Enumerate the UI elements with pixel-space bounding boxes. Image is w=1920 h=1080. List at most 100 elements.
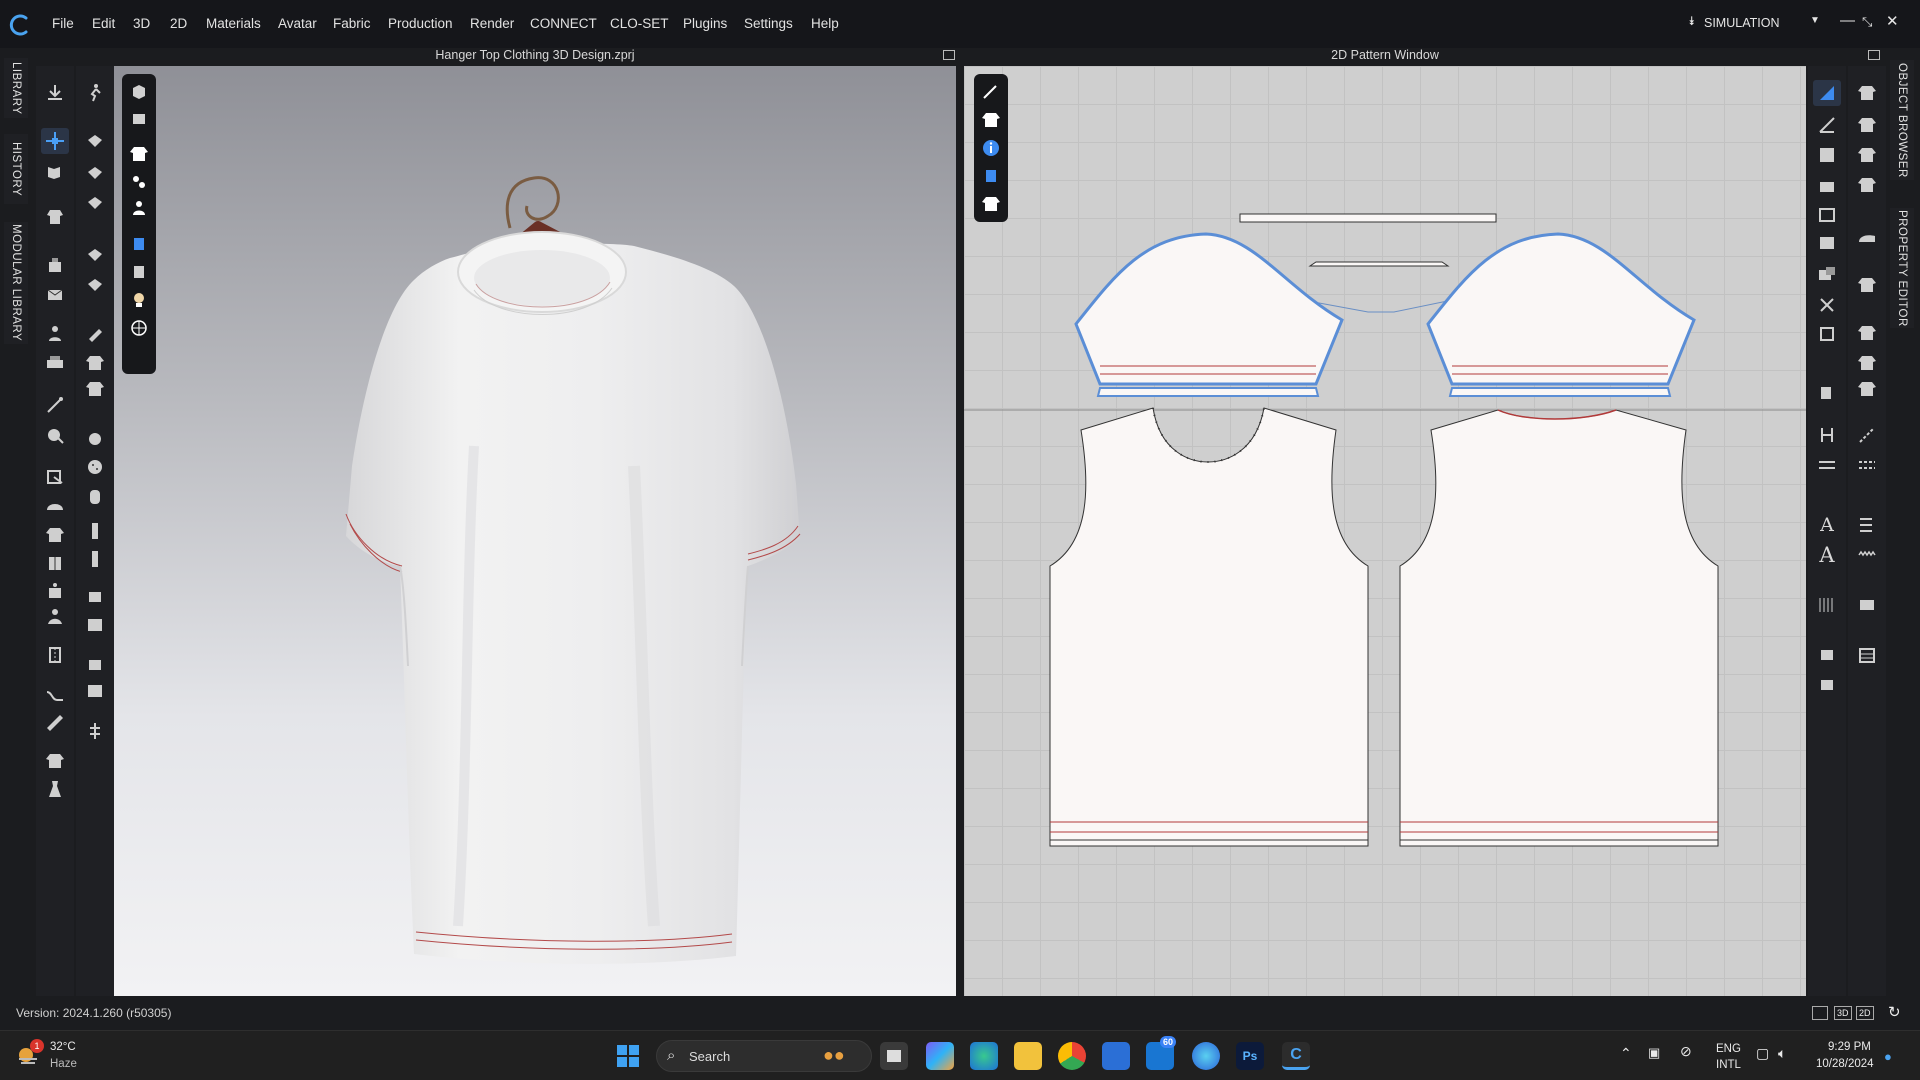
- simulate-drop-icon[interactable]: [41, 80, 69, 106]
- view-3d-button[interactable]: 3D: [1834, 1006, 1852, 1020]
- cushion-icon[interactable]: [81, 678, 109, 704]
- menu-production[interactable]: Production: [388, 16, 453, 31]
- smocking-icon[interactable]: [1853, 376, 1881, 402]
- fold-pattern-icon[interactable]: [1853, 172, 1881, 198]
- zipper-pull-icon[interactable]: [81, 546, 109, 572]
- tack-icon[interactable]: [81, 128, 109, 154]
- menu-plugins[interactable]: Plugins: [683, 16, 727, 31]
- texture-2d-icon[interactable]: [979, 164, 1003, 188]
- garment-view-icon[interactable]: [127, 106, 151, 130]
- show-garment-icon[interactable]: [127, 142, 151, 166]
- seam-allowance-icon[interactable]: [1853, 112, 1881, 138]
- maximize-2d-icon[interactable]: [1868, 50, 1880, 60]
- table-icon[interactable]: [1853, 642, 1881, 668]
- texture-render-icon[interactable]: [127, 232, 151, 256]
- menu-settings[interactable]: Settings: [744, 16, 793, 31]
- pin-tool-icon[interactable]: [41, 252, 69, 278]
- fabric-2d-icon[interactable]: [979, 192, 1003, 216]
- shirt-alt-icon[interactable]: [41, 748, 69, 774]
- volume-icon[interactable]: 🔈︎: [1778, 1045, 1786, 1062]
- copilot-icon[interactable]: [926, 1042, 954, 1070]
- info-icon[interactable]: [979, 136, 1003, 160]
- notch-icon[interactable]: [1813, 320, 1841, 346]
- environment-globe-icon[interactable]: [127, 316, 151, 340]
- lining-icon[interactable]: [1853, 320, 1881, 346]
- edge-browser-icon[interactable]: [970, 1042, 998, 1070]
- simulation-mode-dropdown[interactable]: ⯯ SIMULATION ▼: [1688, 10, 1820, 36]
- brush-icon[interactable]: [81, 320, 109, 346]
- sleeve-icon[interactable]: [1853, 272, 1881, 298]
- piping-icon[interactable]: [41, 682, 69, 708]
- menu-render[interactable]: Render: [470, 16, 514, 31]
- topstitch-2d-icon[interactable]: [1853, 422, 1881, 448]
- segment-sewing-icon[interactable]: [1813, 422, 1841, 448]
- show-3d-pattern-icon[interactable]: [127, 170, 151, 194]
- copilot-circle-icon[interactable]: [1192, 1042, 1220, 1070]
- shrinkage-icon[interactable]: [81, 272, 109, 298]
- split-view-icon[interactable]: [1812, 1006, 1828, 1020]
- tab-modular-library[interactable]: MODULAR LIBRARY: [4, 222, 28, 344]
- elastic-icon[interactable]: [1853, 512, 1881, 538]
- avatar-motion-icon[interactable]: [81, 80, 109, 106]
- restore-icon[interactable]: ⤡: [1862, 14, 1872, 30]
- clock-date[interactable]: 10/28/2024: [1816, 1058, 1874, 1070]
- menu-connect[interactable]: CONNECT: [530, 16, 597, 31]
- jacket-icon[interactable]: [41, 550, 69, 576]
- fold-arrangement-icon[interactable]: [81, 160, 109, 186]
- tab-property-editor[interactable]: PROPERTY EDITOR: [1890, 208, 1914, 328]
- garment-fit-icon[interactable]: [41, 204, 69, 230]
- transform-garment-icon[interactable]: [41, 160, 69, 186]
- lighting-icon[interactable]: [127, 288, 151, 312]
- menu-fabric[interactable]: Fabric: [333, 16, 371, 31]
- button-2d-icon[interactable]: [1853, 592, 1881, 618]
- menu-materials[interactable]: Materials: [206, 16, 261, 31]
- tuck-icon[interactable]: [81, 242, 109, 268]
- tab-history[interactable]: HISTORY: [4, 134, 28, 204]
- chrome-icon[interactable]: [1058, 1042, 1086, 1070]
- tray-chevron-up-icon[interactable]: ⌃: [1620, 1045, 1632, 1062]
- pen-line-icon[interactable]: [41, 392, 69, 418]
- display-mode-icon[interactable]: [127, 80, 151, 104]
- menu-3d[interactable]: 3D: [133, 16, 150, 31]
- menu-2d[interactable]: 2D: [170, 16, 187, 31]
- dart-icon[interactable]: [1813, 380, 1841, 406]
- pattern-garment-icon[interactable]: [979, 108, 1003, 132]
- buttonhole-icon[interactable]: [81, 454, 109, 480]
- edit-pattern-icon[interactable]: [1813, 80, 1841, 106]
- fabric-render-icon[interactable]: [127, 260, 151, 284]
- clock-time[interactable]: 9:29 PM: [1828, 1041, 1871, 1053]
- transform-pattern-icon[interactable]: [1813, 142, 1841, 168]
- viewport-3d[interactable]: [114, 66, 956, 996]
- view-2d-button[interactable]: 2D: [1856, 1006, 1874, 1020]
- viewport-splitter[interactable]: [956, 48, 964, 996]
- ruler-icon[interactable]: [41, 710, 69, 736]
- taskbar-search-input[interactable]: ⌕ Search ●●: [656, 1040, 872, 1072]
- cut-icon[interactable]: [1813, 292, 1841, 318]
- tray-display-icon[interactable]: ▢: [1756, 1045, 1769, 1062]
- garment-icon[interactable]: [41, 522, 69, 548]
- arrange-icon[interactable]: [41, 350, 69, 376]
- tab-library[interactable]: LIBRARY: [4, 58, 28, 118]
- puckering-icon[interactable]: [81, 612, 109, 638]
- show-avatar-icon[interactable]: [127, 196, 151, 220]
- tray-monitor-icon[interactable]: ▣: [1648, 1045, 1660, 1061]
- menu-edit[interactable]: Edit: [92, 16, 115, 31]
- language-label[interactable]: ENG: [1716, 1043, 1741, 1055]
- tack-2d-icon[interactable]: [1813, 670, 1841, 696]
- file-explorer-icon[interactable]: [1014, 1042, 1042, 1070]
- texture-garment-icon[interactable]: [81, 376, 109, 402]
- zigzag-icon[interactable]: [1853, 542, 1881, 568]
- measure-tape-icon[interactable]: [41, 422, 69, 448]
- text-annotation-icon[interactable]: A: [1813, 512, 1841, 538]
- viewport-2d[interactable]: [964, 66, 1806, 996]
- clo3d-taskbar-icon[interactable]: C: [1282, 1042, 1310, 1070]
- zipper-icon[interactable]: [41, 642, 69, 668]
- notification-bell-icon[interactable]: ●: [1884, 1049, 1892, 1064]
- button-place-icon[interactable]: [81, 426, 109, 452]
- menu-help[interactable]: Help: [811, 16, 839, 31]
- text-2d-icon[interactable]: A: [1813, 542, 1841, 568]
- fabric-grain-icon[interactable]: [81, 652, 109, 678]
- refresh-icon[interactable]: ↻: [1888, 1003, 1901, 1021]
- microsoft-store-icon[interactable]: [1102, 1042, 1130, 1070]
- fold-tool-icon[interactable]: [41, 282, 69, 308]
